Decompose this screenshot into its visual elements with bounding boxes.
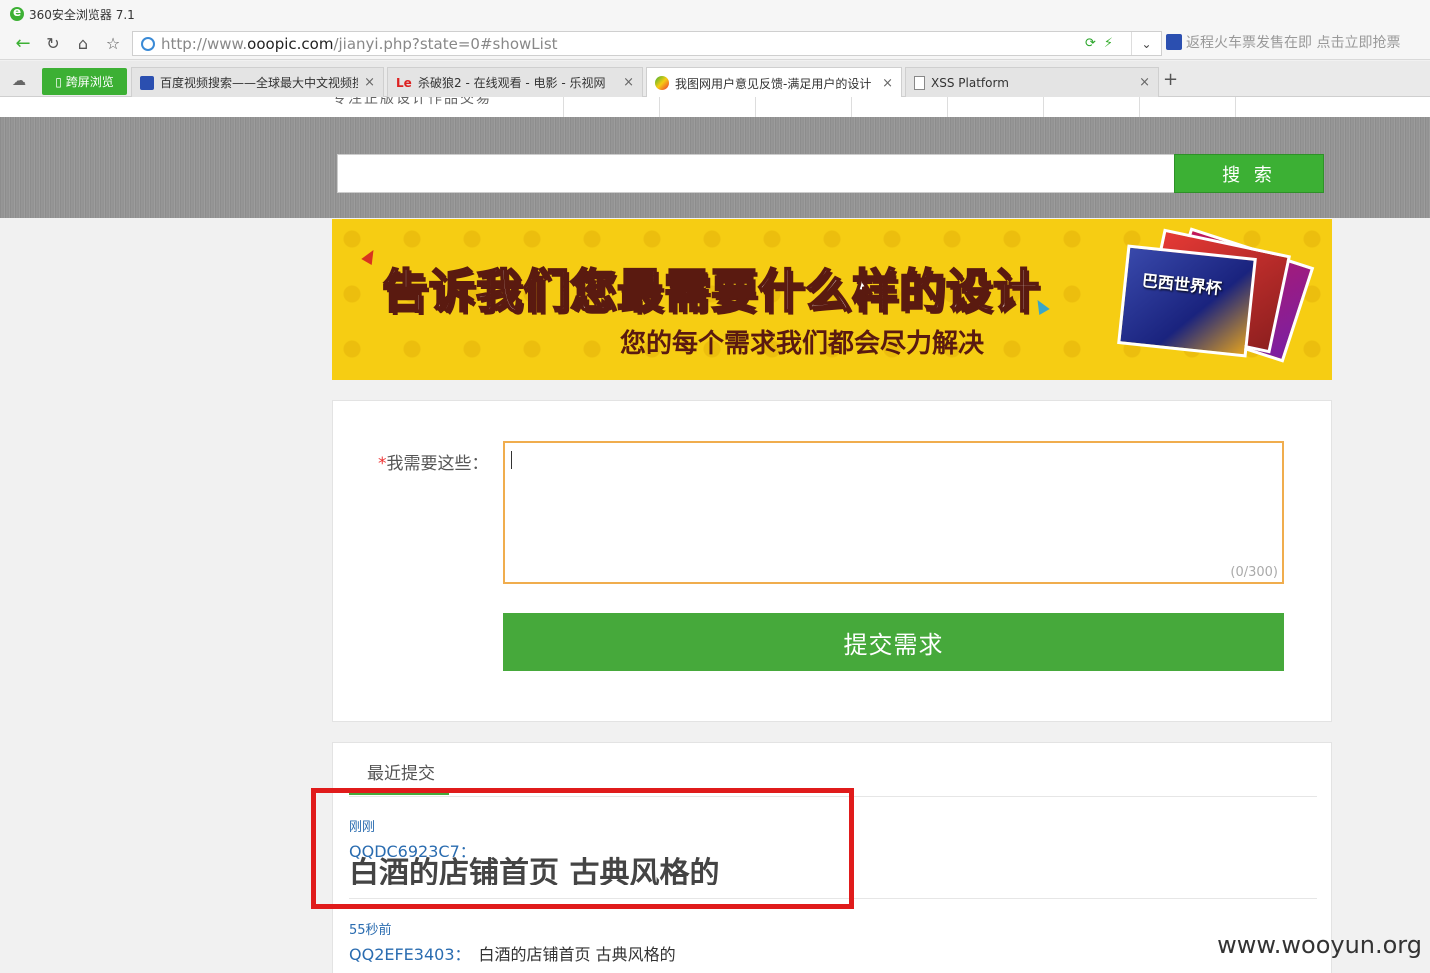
entry-time: 55秒前 — [349, 923, 392, 938]
baidu-paw-icon — [140, 75, 154, 90]
highlight-box — [311, 788, 854, 909]
divider — [851, 97, 852, 117]
site-slogan: 专注正版设计作品交易 — [332, 97, 492, 107]
search-band: 搜 索 — [0, 117, 1430, 218]
navigation-bar: ← ↻ ⌂ ☆ http://www. ooopic.com/jianyi.php… — [0, 28, 1430, 60]
home-button[interactable]: ⌂ — [68, 30, 98, 58]
tab-recent-submissions[interactable]: 最近提交 — [367, 759, 435, 784]
browser-logo-icon — [10, 5, 24, 21]
watermark: www.wooyun.org — [1217, 931, 1422, 959]
divider — [1043, 97, 1044, 117]
letv-icon: Le — [396, 75, 412, 90]
design-books-image: 巴西世界杯 — [1102, 227, 1322, 371]
url-host: ooopic.com — [247, 34, 334, 53]
chevron-down-icon[interactable]: ⌄ — [1131, 32, 1161, 55]
entry-text: 白酒的店铺首页 古典风格的 — [478, 945, 676, 964]
tab-title: 杀破狼2 - 在线观看 - 电影 - 乐视网 — [418, 76, 606, 90]
url-path: /jianyi.php?state=0#showList — [333, 34, 558, 53]
ooopic-icon — [655, 76, 669, 90]
close-icon[interactable]: × — [1139, 75, 1150, 90]
book-cover — [1117, 244, 1257, 358]
search-button[interactable]: 搜 索 — [1174, 154, 1324, 193]
reload-button[interactable]: ↻ — [38, 30, 68, 58]
favorite-star-button[interactable]: ☆ — [98, 30, 128, 58]
required-mark: * — [378, 454, 387, 474]
address-bar[interactable]: http://www. ooopic.com/jianyi.php?state=0… — [132, 31, 1162, 56]
request-form: *我需要这些： (0/300) 提交需求 — [332, 400, 1332, 722]
divider — [755, 97, 756, 117]
cross-screen-button[interactable]: ▯ 跨屏浏览 — [42, 68, 127, 95]
compat-mode-icon[interactable]: ⟳ — [1085, 36, 1096, 51]
char-counter: (0/300) — [1230, 565, 1278, 580]
divider — [947, 97, 948, 117]
tab-title: 我图网用户意见反馈-满足用户的设计 — [675, 76, 872, 91]
close-icon[interactable]: × — [623, 75, 634, 90]
address-bar-icons: ⟳ ⚡ — [1085, 36, 1113, 51]
search-input[interactable] — [337, 154, 1175, 193]
need-label: *我需要这些： — [378, 449, 489, 474]
back-button[interactable]: ← — [8, 30, 38, 58]
tab-letv[interactable]: Le 杀破狼2 - 在线观看 - 电影 - 乐视网 × — [387, 67, 643, 97]
page-icon — [914, 75, 925, 90]
tab-baidu-video[interactable]: 百度视频搜索——全球最大中文视频搜 × — [131, 67, 384, 97]
divider — [1235, 97, 1236, 117]
url-prefix: http://www. — [161, 34, 248, 53]
tab-title: XSS Platform — [931, 75, 1009, 90]
need-label-text: 我需要这些： — [386, 454, 489, 474]
window-titlebar: 360安全浏览器 7.1 — [0, 0, 1430, 28]
ad-link-text: 返程火车票发售在即 点击立即抢票 — [1186, 35, 1401, 51]
divider — [1139, 97, 1140, 117]
phone-icon: ▯ — [55, 74, 62, 89]
baidu-paw-icon — [1166, 34, 1182, 50]
list-item: QQ2EFE3403： 白酒的店铺首页 古典风格的 — [349, 941, 676, 965]
text-caret — [511, 451, 512, 469]
divider — [659, 97, 660, 117]
site-header-strip: 专注正版设计作品交易 — [0, 97, 1430, 117]
tab-bar: ☁ ▯ 跨屏浏览 百度视频搜索——全球最大中文视频搜 × Le 杀破狼2 - 在… — [0, 61, 1430, 98]
site-globe-icon — [141, 36, 155, 51]
feedback-banner: 告诉我们您最需要什么样的设计 您的每个需求我们都会尽力解决 巴西世界杯 — [332, 219, 1332, 380]
tab-title: 百度视频搜索——全球最大中文视频搜 — [160, 76, 359, 90]
window-title: 360安全浏览器 7.1 — [29, 7, 135, 22]
tab-ooopic-feedback[interactable]: 我图网用户意见反馈-满足用户的设计 × — [646, 67, 902, 98]
divider — [563, 97, 564, 117]
new-tab-button[interactable]: + — [1163, 69, 1178, 90]
entry-user-link[interactable]: QQ2EFE3403： — [349, 945, 471, 964]
banner-title: 告诉我们您最需要什么样的设计 — [381, 263, 1040, 319]
tab-xss-platform[interactable]: XSS Platform × — [905, 67, 1159, 97]
submit-request-button[interactable]: 提交需求 — [503, 613, 1284, 671]
ad-link[interactable]: 返程火车票发售在即 点击立即抢票 — [1166, 32, 1400, 52]
speed-mode-icon[interactable]: ⚡ — [1104, 36, 1113, 51]
need-textarea[interactable]: (0/300) — [503, 441, 1284, 584]
close-icon[interactable]: × — [364, 75, 375, 90]
banner-subtitle: 您的每个需求我们都会尽力解决 — [620, 329, 985, 359]
cross-screen-label: 跨屏浏览 — [65, 75, 114, 89]
close-icon[interactable]: × — [882, 76, 893, 91]
cloud-icon[interactable]: ☁ — [12, 73, 26, 89]
